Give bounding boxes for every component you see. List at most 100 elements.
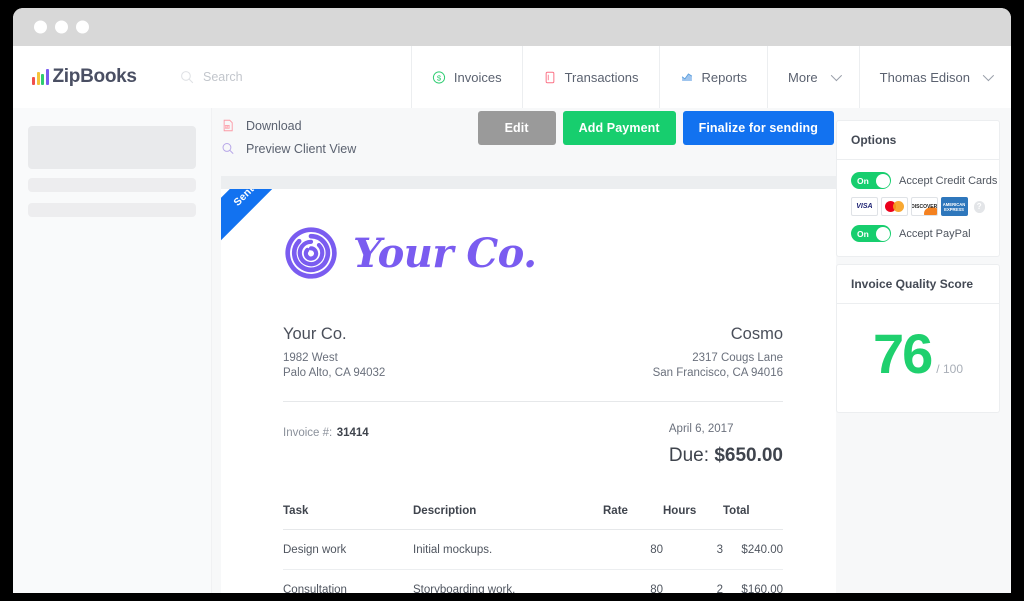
col-description: Description	[413, 505, 603, 530]
right-column: Options On Accept Credit Cards VISA	[836, 108, 1011, 593]
cell-description: Initial mockups.	[413, 530, 603, 570]
invoice-number-label: Invoice #:	[283, 427, 332, 439]
svg-text:$: $	[437, 73, 442, 82]
invoice-number-group: Invoice #: 31414	[283, 423, 369, 441]
invoice-column: PDF Download Preview Client View	[211, 108, 836, 593]
due-label: Due:	[669, 445, 709, 466]
col-hours: Hours	[663, 505, 723, 530]
divider	[283, 401, 783, 402]
status-badge-label: Sent	[231, 189, 256, 209]
col-rate: Rate	[603, 505, 663, 530]
minimize-window-dot[interactable]	[55, 21, 68, 34]
cell-rate: 80	[603, 530, 663, 570]
quality-score-title: Invoice Quality Score	[837, 265, 999, 304]
chart-icon	[680, 70, 694, 85]
accept-paypal-toggle[interactable]: On	[851, 225, 891, 242]
to-address: Cosmo 2317 Cougs Lane San Francisco, CA …	[653, 325, 783, 381]
table-row: Design work Initial mockups. 80 3 $240.0…	[283, 530, 783, 570]
sidebar-placeholder-block	[28, 126, 196, 169]
line-items-table: Task Description Rate Hours Total Design…	[283, 505, 783, 593]
invoice-action-bar: PDF Download Preview Client View	[211, 108, 836, 170]
accept-credit-cards-toggle[interactable]: On	[851, 172, 891, 189]
quality-score-value: 76	[873, 326, 931, 382]
mastercard-icon	[881, 197, 908, 216]
add-payment-button[interactable]: Add Payment	[563, 111, 676, 145]
quality-score-body: 76 / 100	[837, 304, 999, 412]
chevron-down-icon	[983, 70, 994, 81]
discover-label: DISCOVER	[911, 204, 937, 210]
invoice-document: Sent Your Co. Your Co.	[221, 189, 836, 593]
table-row: Consultation Storyboarding work. 80 2 $1…	[283, 570, 783, 594]
window-titlebar	[13, 8, 1011, 46]
nav-label-reports: Reports	[702, 70, 748, 85]
document-top-strip	[221, 176, 836, 189]
due-amount: $650.00	[714, 445, 783, 466]
question-mark-icon[interactable]: ?	[974, 201, 985, 213]
visa-icon: VISA	[851, 197, 878, 216]
accept-paypal-label: Accept PayPal	[899, 228, 971, 240]
search-box[interactable]: Search	[160, 46, 411, 108]
top-navigation-bar: ZipBooks Search $ Invoices	[13, 46, 1011, 109]
from-line1: 1982 West	[283, 351, 385, 366]
close-window-dot[interactable]	[34, 21, 47, 34]
invoice-buttons: Edit Add Payment Finalize for sending	[478, 111, 834, 145]
finalize-for-sending-button[interactable]: Finalize for sending	[683, 111, 834, 145]
from-address: Your Co. 1982 West Palo Alto, CA 94032	[283, 325, 385, 381]
page-content: PDF Download Preview Client View	[13, 108, 1011, 593]
nav-item-more[interactable]: More	[767, 46, 859, 108]
nav-label-user: Thomas Edison	[880, 70, 970, 85]
nav-item-invoices[interactable]: $ Invoices	[411, 46, 522, 108]
cell-total: $160.00	[723, 570, 783, 594]
book-icon	[543, 70, 557, 85]
nav-items: $ Invoices Transactions Rep	[411, 46, 1011, 108]
maximize-window-dot[interactable]	[76, 21, 89, 34]
cell-rate: 80	[603, 570, 663, 594]
discover-icon: DISCOVER	[911, 197, 938, 216]
nav-item-transactions[interactable]: Transactions	[522, 46, 659, 108]
invoice-company-logo: Your Co.	[283, 225, 537, 281]
toggle-knob	[876, 174, 890, 188]
sidebar-placeholder-line	[28, 178, 196, 192]
screenshot-frame: ZipBooks Search $ Invoices	[0, 0, 1024, 601]
nav-item-user-menu[interactable]: Thomas Edison	[859, 46, 1011, 108]
col-total: Total	[723, 505, 783, 530]
cell-total: $240.00	[723, 530, 783, 570]
accept-credit-cards-label: Accept Credit Cards	[899, 175, 997, 187]
invoice-meta: Invoice #: 31414 April 6, 2017 Due: $650…	[283, 423, 783, 467]
sidebar-placeholder-line	[28, 203, 196, 217]
accept-paypal-row[interactable]: On Accept PayPal	[851, 225, 985, 242]
brand-name: ZipBooks	[53, 66, 137, 88]
quality-score-max: / 100	[936, 362, 963, 376]
cell-task: Design work	[283, 530, 413, 570]
table-header-row: Task Description Rate Hours Total	[283, 505, 783, 530]
invoice-addresses: Your Co. 1982 West Palo Alto, CA 94032 C…	[283, 325, 783, 381]
invoice-document-wrapper: Sent Your Co. Your Co.	[221, 176, 836, 593]
invoice-date: April 6, 2017	[669, 423, 783, 435]
invoice-number-value: 31414	[337, 427, 369, 439]
amex-icon: AMERICAN EXPRESS	[941, 197, 968, 216]
preview-label: Preview Client View	[246, 142, 356, 156]
toggle-knob	[876, 227, 890, 241]
edit-button[interactable]: Edit	[478, 111, 556, 145]
to-line2: San Francisco, CA 94016	[653, 366, 783, 381]
preview-client-view-action[interactable]: Preview Client View	[221, 137, 356, 160]
nav-item-reports[interactable]: Reports	[659, 46, 768, 108]
pdf-file-icon: PDF	[221, 118, 235, 133]
nav-label-transactions: Transactions	[565, 70, 639, 85]
cell-hours: 2	[663, 570, 723, 594]
brand-logo[interactable]: ZipBooks	[13, 46, 160, 108]
card-brand-logos: VISA DISCOVER AMERICAN EXPRESS ?	[851, 197, 985, 216]
from-name: Your Co.	[283, 325, 385, 344]
browser-window: ZipBooks Search $ Invoices	[13, 8, 1011, 593]
accept-credit-cards-row[interactable]: On Accept Credit Cards	[851, 172, 985, 189]
spiral-logo-icon	[283, 225, 339, 281]
download-label: Download	[246, 119, 302, 133]
toggle-state-label: On	[857, 176, 869, 186]
invoice-quality-score-card: Invoice Quality Score 76 / 100	[836, 264, 1000, 413]
download-action[interactable]: PDF Download	[221, 114, 356, 137]
magnifier-icon	[221, 141, 235, 156]
toggle-state-label: On	[857, 229, 869, 239]
to-name: Cosmo	[653, 325, 783, 344]
nav-label-more: More	[788, 70, 818, 85]
cell-task: Consultation	[283, 570, 413, 594]
